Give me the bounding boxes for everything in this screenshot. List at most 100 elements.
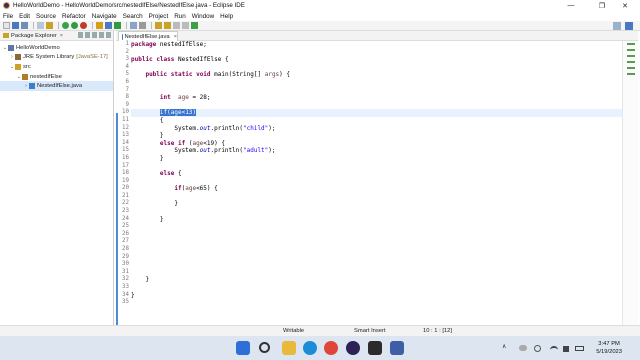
battery-icon[interactable]: [575, 346, 584, 351]
menu-help[interactable]: Help: [220, 13, 233, 20]
eclipse-taskbar-icon[interactable]: [346, 341, 360, 355]
code-line[interactable]: [131, 238, 622, 246]
code-line[interactable]: }: [131, 132, 622, 140]
run-icon[interactable]: [71, 22, 78, 29]
new-icon[interactable]: [3, 22, 10, 29]
speaker-icon[interactable]: [563, 346, 569, 352]
collapse-all-icon[interactable]: [78, 32, 83, 38]
menu-window[interactable]: Window: [192, 13, 214, 20]
save-all-icon[interactable]: [21, 22, 28, 29]
code-line[interactable]: [131, 223, 622, 231]
code-line[interactable]: int age = 28;: [131, 94, 622, 102]
terminal-icon[interactable]: [37, 22, 44, 29]
code-line[interactable]: }: [131, 200, 622, 208]
ruler-marker[interactable]: [627, 61, 635, 63]
file-explorer-icon[interactable]: [282, 341, 296, 355]
code-line[interactable]: }: [131, 216, 622, 224]
build-icon[interactable]: [46, 22, 53, 29]
code-line[interactable]: [131, 299, 622, 307]
code-line[interactable]: [131, 178, 622, 186]
code-line[interactable]: [131, 208, 622, 216]
editor-tab[interactable]: NestedIfElse.java ×: [118, 31, 178, 41]
code-line[interactable]: }: [131, 292, 622, 300]
pin-editor-icon[interactable]: [191, 22, 198, 29]
menu-file[interactable]: File: [3, 13, 13, 20]
code-line-current[interactable]: if(age<13): [131, 109, 622, 117]
location-icon[interactable]: [534, 345, 541, 352]
app-castle-icon[interactable]: [390, 341, 404, 355]
code-line[interactable]: [131, 163, 622, 171]
tray-chevron-icon[interactable]: ∧: [502, 343, 506, 350]
code-line[interactable]: [131, 193, 622, 201]
chrome-icon[interactable]: [324, 341, 338, 355]
annotation-prev-icon[interactable]: [164, 22, 171, 29]
coverage-icon[interactable]: [80, 22, 87, 29]
code-line[interactable]: else if (age<19) {: [131, 140, 622, 148]
menu-refactor[interactable]: Refactor: [62, 13, 86, 20]
menu-source[interactable]: Source: [36, 13, 56, 20]
new-java-project-icon[interactable]: [96, 22, 103, 29]
search-icon[interactable]: [139, 22, 146, 29]
wifi-icon[interactable]: [550, 346, 558, 352]
close-tab-icon[interactable]: ×: [174, 34, 177, 40]
code-line[interactable]: else {: [131, 170, 622, 178]
maximize-view-icon[interactable]: [106, 32, 111, 38]
annotation-next-icon[interactable]: [155, 22, 162, 29]
start-icon[interactable]: [236, 341, 250, 355]
tree-item-src[interactable]: ⌄ src: [0, 62, 113, 72]
code-line[interactable]: public static void main(String[] args) {: [131, 71, 622, 79]
code-line[interactable]: if(age<65) {: [131, 185, 622, 193]
close-view-icon[interactable]: ×: [60, 33, 63, 39]
save-icon[interactable]: [12, 22, 19, 29]
search-icon[interactable]: [259, 342, 270, 353]
tree-item-file[interactable]: › NestedIfElse.java: [0, 81, 113, 91]
code-line[interactable]: [131, 269, 622, 277]
menu-navigate[interactable]: Navigate: [92, 13, 117, 20]
new-class-icon[interactable]: [114, 22, 121, 29]
clock[interactable]: 3:47 PM 5/19/2023: [596, 340, 622, 356]
code-line[interactable]: }: [131, 155, 622, 163]
code-line[interactable]: public class NestedIfElse {: [131, 56, 622, 64]
app-star-icon[interactable]: [368, 341, 382, 355]
open-perspective-icon[interactable]: [613, 22, 621, 30]
menu-edit[interactable]: Edit: [19, 13, 30, 20]
link-editor-icon[interactable]: [85, 32, 90, 38]
new-package-icon[interactable]: [105, 22, 112, 29]
menu-project[interactable]: Project: [149, 13, 169, 20]
code-line[interactable]: [131, 261, 622, 269]
code-line[interactable]: [131, 49, 622, 57]
code-line[interactable]: System.out.println("adult");: [131, 147, 622, 155]
package-explorer-tab[interactable]: Package Explorer ×: [0, 31, 113, 41]
debug-icon[interactable]: [62, 22, 69, 29]
ruler-marker[interactable]: [627, 55, 635, 57]
minimize-view-icon[interactable]: [99, 32, 104, 38]
forward-icon[interactable]: [182, 22, 189, 29]
code-line[interactable]: [131, 231, 622, 239]
code-line[interactable]: System.out.println("child");: [131, 125, 622, 133]
ruler-marker[interactable]: [627, 43, 635, 45]
view-menu-icon[interactable]: [92, 32, 97, 38]
ruler-marker[interactable]: [627, 73, 635, 75]
back-icon[interactable]: [173, 22, 180, 29]
code-line[interactable]: [131, 102, 622, 110]
overview-ruler[interactable]: [622, 41, 638, 325]
minimize-button[interactable]: —: [556, 0, 586, 11]
code-line[interactable]: package nestedIfElse;: [131, 41, 622, 49]
code-line[interactable]: [131, 79, 622, 87]
java-perspective-icon[interactable]: [625, 22, 633, 30]
onedrive-icon[interactable]: [519, 345, 527, 351]
code-area[interactable]: package nestedIfElse; public class Neste…: [131, 41, 622, 307]
menu-search[interactable]: Search: [123, 13, 143, 20]
code-line[interactable]: {: [131, 117, 622, 125]
code-line[interactable]: [131, 87, 622, 95]
code-line[interactable]: }: [131, 276, 622, 284]
tree-item-project[interactable]: ⌄ HelloWorldDemo: [0, 43, 113, 53]
code-editor[interactable]: 1 2 3 4 5 6 7 8 9 10 11 12 13 14 15 16 17 18 19 20 21 22 23 24 2…: [116, 41, 622, 325]
code-line[interactable]: [131, 254, 622, 262]
open-type-icon[interactable]: [130, 22, 137, 29]
code-line[interactable]: [131, 246, 622, 254]
ruler-marker[interactable]: [627, 49, 635, 51]
edge-icon[interactable]: [303, 341, 317, 355]
tree-item-package[interactable]: ⌄ nestedIfElse: [0, 72, 113, 82]
tree-item-jre[interactable]: › JRE System Library [JavaSE-17]: [0, 53, 113, 63]
